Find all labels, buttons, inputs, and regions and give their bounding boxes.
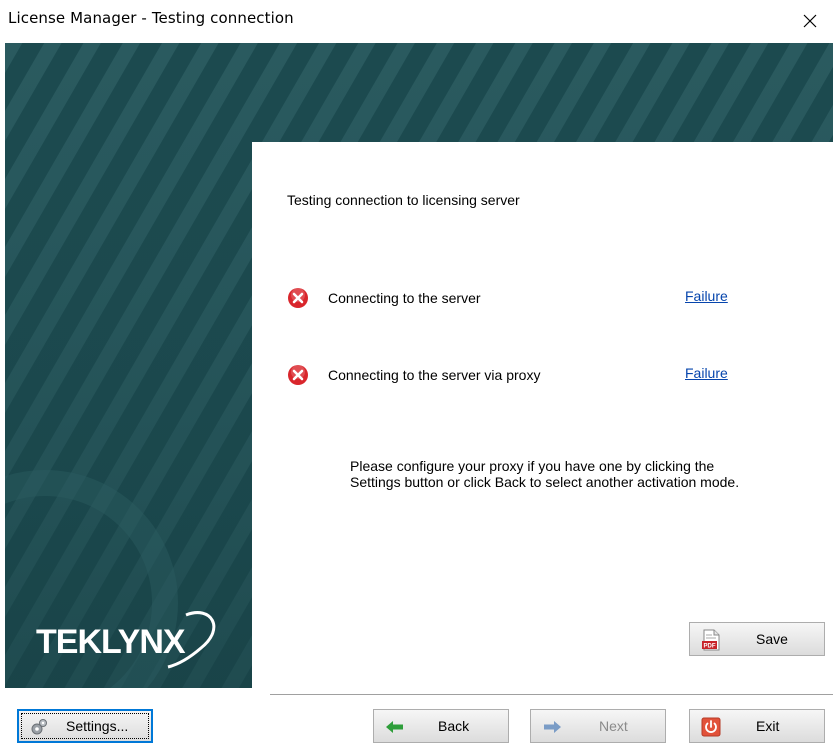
next-label: Next [599, 718, 628, 734]
check-label: Connecting to the server [328, 290, 481, 306]
exit-label: Exit [756, 718, 780, 734]
exit-button[interactable]: Exit [689, 709, 825, 743]
svg-text:PDF: PDF [704, 644, 716, 650]
pdf-icon: PDF [700, 629, 722, 651]
failure-link[interactable]: Failure [685, 365, 728, 381]
help-message-line: Settings button or click Back to select … [350, 474, 740, 490]
check-label: Connecting to the server via proxy [328, 367, 541, 383]
back-label: Back [438, 718, 470, 734]
save-button[interactable]: PDF Save [689, 622, 825, 656]
arrow-right-icon [541, 716, 563, 738]
close-button[interactable] [787, 0, 833, 42]
save-label: Save [756, 631, 788, 647]
teklynx-logo: TEKLYNX [36, 611, 216, 669]
window-title: License Manager - Testing connection [8, 9, 294, 27]
error-icon [288, 288, 308, 308]
logo-text: TEKLYNX [36, 623, 186, 661]
settings-button[interactable]: Settings... [17, 709, 153, 743]
close-icon [803, 14, 817, 28]
help-message-line: Please configure your proxy if you have … [350, 458, 715, 474]
title-bar: License Manager - Testing connection [0, 0, 833, 42]
page-heading: Testing connection to licensing server [287, 192, 520, 208]
arrow-left-icon [384, 716, 406, 738]
gear-icon [28, 716, 50, 738]
failure-link[interactable]: Failure [685, 288, 728, 304]
next-button[interactable]: Next [530, 709, 666, 743]
help-message: Please configure your proxy if you have … [350, 458, 739, 490]
check-row-server: Connecting to the server Failure [287, 285, 787, 311]
footer-divider [270, 694, 833, 695]
check-row-proxy: Connecting to the server via proxy Failu… [287, 362, 787, 388]
error-icon [288, 365, 308, 385]
back-button[interactable]: Back [373, 709, 509, 743]
content-panel [252, 142, 833, 688]
settings-label: Settings... [66, 718, 129, 734]
power-icon [700, 716, 722, 738]
